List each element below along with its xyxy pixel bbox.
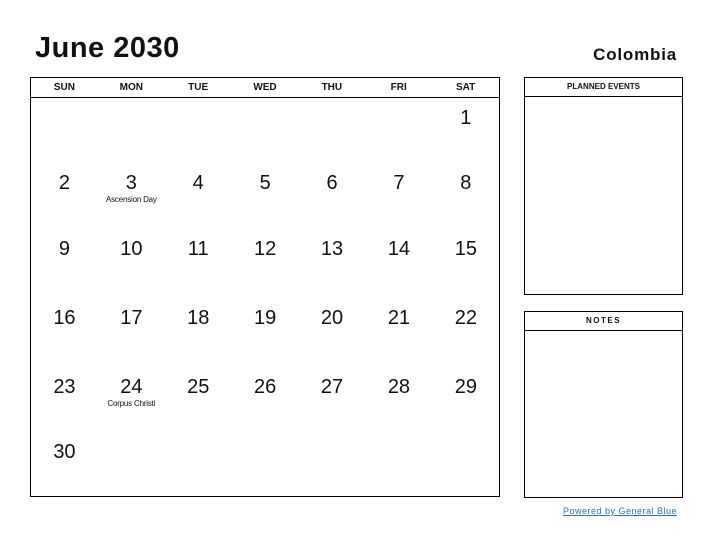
notes-panel: NOTES	[524, 311, 683, 498]
day-number: 7	[393, 172, 405, 194]
powered-by-link[interactable]: Powered by General Blue	[563, 506, 677, 516]
day-number: 24	[120, 376, 143, 398]
day-cell: 23	[31, 375, 98, 399]
weekday-sat: SAT	[455, 82, 476, 93]
day-cell: 17	[98, 306, 165, 330]
day-cell: 22	[432, 306, 499, 330]
day-number: 4	[192, 172, 204, 194]
day-number: 14	[387, 238, 411, 260]
day-number: 3	[125, 172, 137, 194]
weekday-fri: FRI	[390, 82, 407, 93]
day-number: 21	[387, 307, 411, 329]
day-number: 26	[254, 376, 277, 398]
day-cell: 29	[432, 375, 499, 399]
day-number: 18	[187, 307, 210, 329]
day-cell: 15	[432, 237, 499, 261]
day-number: 28	[387, 376, 411, 398]
day-number: 1	[460, 107, 472, 129]
day-number: 8	[460, 172, 472, 194]
day-number: 25	[187, 376, 210, 398]
day-cell: 16	[31, 306, 98, 330]
holiday-label: Corpus Christi	[107, 399, 156, 408]
day-cell: 3 Ascension Day	[98, 171, 165, 205]
planned-events-panel: PLANNED EVENTS	[524, 77, 683, 295]
day-cell: 28	[366, 375, 433, 399]
day-cell: 18	[165, 306, 232, 330]
day-number: 16	[53, 307, 76, 329]
day-number: 10	[120, 238, 143, 260]
day-number: 23	[53, 376, 76, 398]
day-number: 13	[320, 238, 344, 260]
weekday-thu: THU	[321, 82, 343, 93]
planned-events-heading: PLANNED EVENTS	[525, 78, 682, 97]
weekday-mon: MON	[119, 82, 143, 93]
day-number: 29	[454, 376, 477, 398]
day-cell: 25	[165, 375, 232, 399]
day-cell: 8	[432, 171, 499, 195]
day-cell: 1	[432, 106, 499, 130]
day-number: 17	[120, 307, 143, 329]
day-cell: 6	[299, 171, 366, 195]
weekday-wed: WED	[253, 82, 277, 93]
country-label: Colombia	[593, 45, 677, 64]
day-cell: 30	[31, 440, 98, 464]
holiday-label: Ascension Day	[105, 195, 157, 204]
notes-heading: NOTES	[525, 312, 682, 331]
calendar-grid: SUN MON TUE WED THU FRI SAT 1 2 3 Ascension…	[30, 77, 500, 497]
day-number: 9	[58, 238, 70, 260]
day-number: 6	[326, 172, 338, 194]
day-number: 20	[320, 307, 344, 329]
day-cell: 21	[366, 306, 433, 330]
day-number: 30	[53, 441, 76, 463]
day-cell: 26	[232, 375, 299, 399]
day-cell: 11	[165, 237, 232, 261]
day-cell: 14	[366, 237, 433, 261]
day-number: 15	[454, 238, 477, 260]
day-cell: 9	[31, 237, 98, 261]
day-number: 22	[454, 307, 477, 329]
day-number: 19	[254, 307, 277, 329]
day-cell: 12	[232, 237, 299, 261]
day-cell: 4	[165, 171, 232, 195]
day-cell: 20	[299, 306, 366, 330]
day-cell: 2	[31, 171, 98, 195]
weekday-header: SUN MON TUE WED THU FRI SAT	[31, 78, 499, 98]
weekday-tue: TUE	[188, 82, 209, 93]
day-cell: 19	[232, 306, 299, 330]
day-number: 12	[254, 238, 277, 260]
day-cell: 10	[98, 237, 165, 261]
day-cell: 5	[232, 171, 299, 195]
day-cell: 7	[366, 171, 433, 195]
day-cell: 24 Corpus Christi	[98, 375, 165, 409]
day-number: 27	[320, 376, 344, 398]
day-cell: 27	[299, 375, 366, 399]
day-number: 2	[58, 172, 70, 194]
page-title: June 2030	[35, 32, 180, 64]
day-number: 11	[187, 238, 209, 260]
day-cell: 13	[299, 237, 366, 261]
weekday-sun: SUN	[53, 82, 75, 93]
day-number: 5	[259, 172, 271, 194]
